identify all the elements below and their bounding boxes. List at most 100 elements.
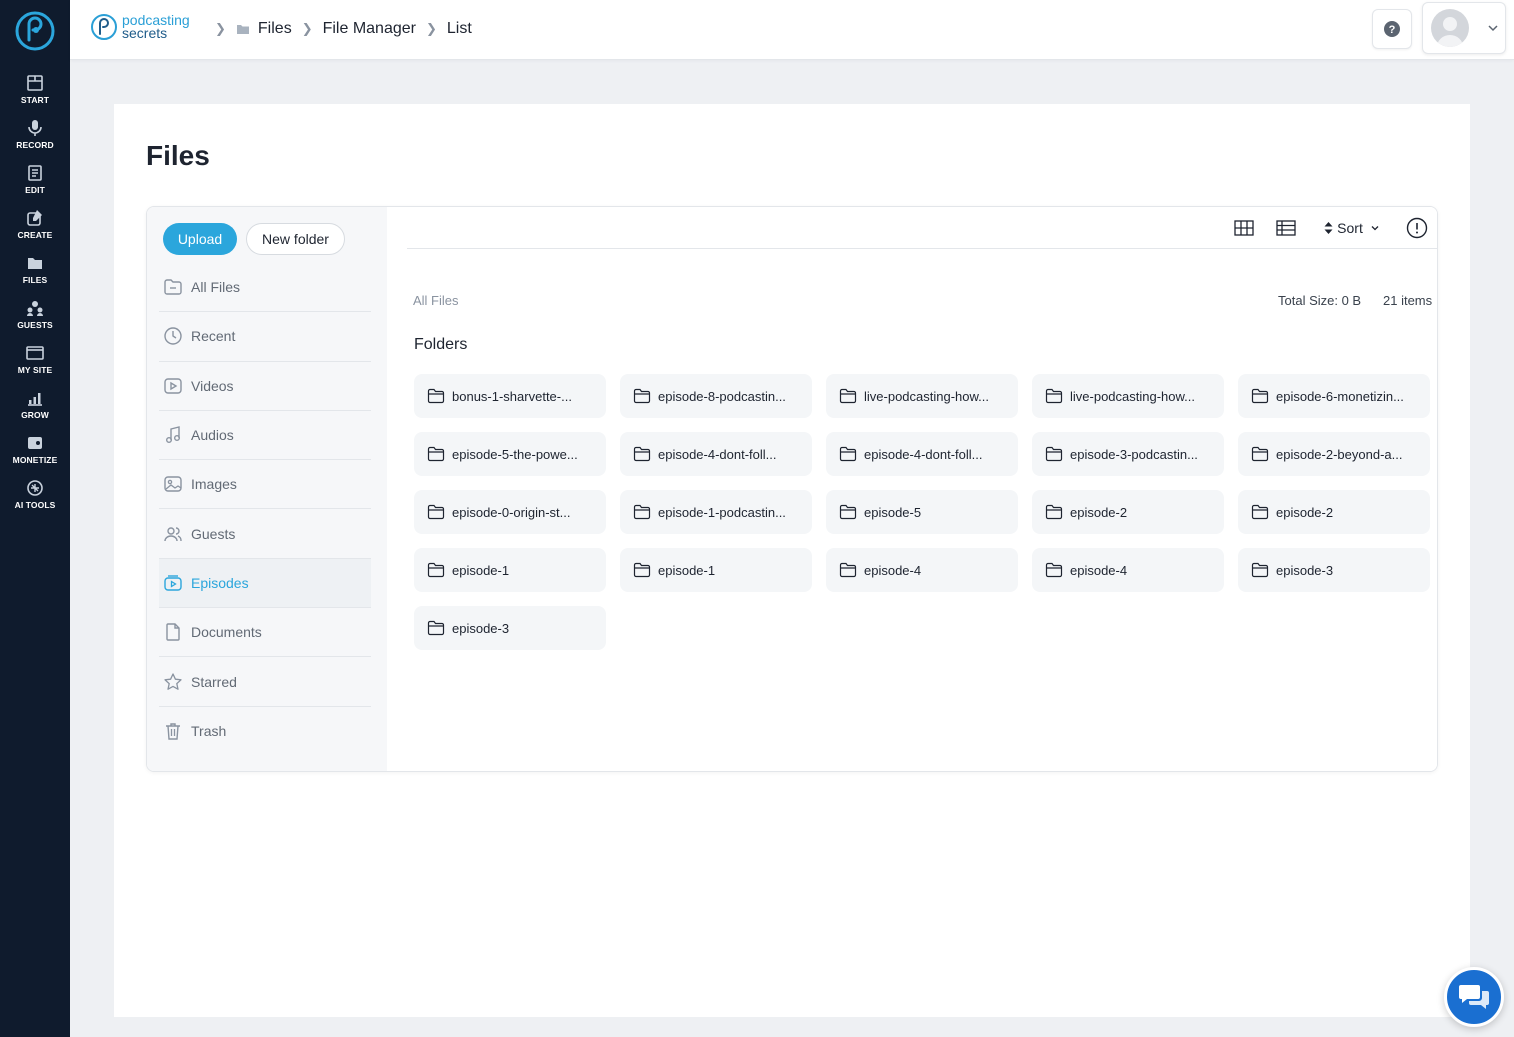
breadcrumb-files[interactable]: Files — [258, 20, 292, 38]
folder-item[interactable]: episode-4-dont-foll... — [826, 432, 1018, 476]
file-manager: Upload New folder All Files Recent Video… — [146, 206, 1438, 772]
new-folder-button[interactable]: New folder — [246, 223, 345, 255]
sidebar-item-guests[interactable]: Guests — [159, 509, 371, 559]
folder-icon — [1045, 504, 1063, 520]
rail-item-record[interactable]: RECORD — [0, 119, 70, 161]
folder-grid: bonus-1-sharvette-... episode-8-podcastin… — [414, 374, 1434, 650]
sidebar-item-label: Images — [191, 476, 237, 493]
grid-view-button[interactable] — [1231, 215, 1257, 241]
user-menu-button[interactable] — [1422, 2, 1506, 54]
users-icon — [164, 526, 182, 541]
folder-item[interactable]: episode-5 — [826, 490, 1018, 534]
rail-item-files[interactable]: FILES — [0, 254, 70, 296]
folder-item[interactable]: episode-0-origin-st... — [414, 490, 606, 534]
sidebar-item-images[interactable]: Images — [159, 460, 371, 510]
folder-name: episode-1 — [452, 562, 510, 578]
app-logo-icon[interactable] — [14, 10, 56, 52]
folder-item[interactable]: episode-2 — [1238, 490, 1430, 534]
folder-name: episode-3 — [452, 620, 510, 636]
help-button[interactable]: ? — [1372, 9, 1412, 49]
folder-item[interactable]: episode-1 — [620, 548, 812, 592]
rail-item-create[interactable]: CREATE — [0, 209, 70, 251]
image-icon — [164, 476, 182, 493]
folder-icon — [427, 446, 445, 462]
upload-button[interactable]: Upload — [163, 223, 237, 255]
rail-label: CREATE — [17, 230, 53, 240]
folder-name: episode-4-dont-foll... — [658, 446, 777, 462]
rail-item-guests[interactable]: GUESTS — [0, 299, 70, 341]
sidebar-item-label: Audios — [191, 427, 234, 444]
sort-button[interactable]: Sort — [1320, 215, 1384, 241]
create-icon — [27, 210, 42, 226]
folder-item[interactable]: episode-3-podcastin... — [1032, 432, 1224, 476]
sidebar-item-starred[interactable]: Starred — [159, 657, 371, 707]
folder-icon — [1045, 446, 1063, 462]
folder-item[interactable]: live-podcasting-how... — [1032, 374, 1224, 418]
all-files-icon — [164, 279, 182, 295]
user-silhouette-icon — [1437, 17, 1463, 47]
sidebar-item-videos[interactable]: Videos — [159, 362, 371, 411]
info-button[interactable] — [1405, 215, 1429, 241]
sidebar-item-audios[interactable]: Audios — [159, 411, 371, 461]
sidebar-item-recent[interactable]: Recent — [159, 312, 371, 362]
breadcrumb-list[interactable]: List — [447, 20, 472, 38]
main-nav-rail: START RECORD EDIT CREATE FILES GUESTS MY… — [0, 0, 70, 1037]
list-view-button[interactable] — [1273, 215, 1299, 241]
folder-icon — [1251, 562, 1269, 578]
top-header: podcasting secrets ❯ Files ❯ File Manage… — [70, 0, 1514, 60]
folder-item[interactable]: live-podcasting-how... — [826, 374, 1018, 418]
sidebar-item-all-files[interactable]: All Files — [159, 263, 371, 313]
rail-item-edit[interactable]: EDIT — [0, 164, 70, 206]
brand-logo[interactable]: podcasting secrets — [90, 12, 190, 42]
folder-icon — [427, 504, 445, 520]
current-path[interactable]: All Files — [413, 293, 459, 308]
list-icon — [1276, 220, 1296, 236]
rail-item-start[interactable]: START — [0, 74, 70, 116]
rail-label: MY SITE — [17, 365, 53, 375]
folder-item[interactable]: episode-3 — [414, 606, 606, 650]
files-icon — [28, 258, 42, 269]
folder-item[interactable]: episode-5-the-powe... — [414, 432, 606, 476]
rail-label: AI TOOLS — [14, 500, 56, 510]
folder-item[interactable]: episode-1 — [414, 548, 606, 592]
folder-item[interactable]: episode-4-dont-foll... — [620, 432, 812, 476]
folder-item[interactable]: bonus-1-sharvette-... — [414, 374, 606, 418]
folder-item[interactable]: episode-2 — [1032, 490, 1224, 534]
sidebar-item-label: Trash — [191, 723, 227, 740]
folder-item[interactable]: episode-4 — [1032, 548, 1224, 592]
sort-label: Sort — [1337, 220, 1363, 236]
folder-icon — [633, 504, 651, 520]
rail-item-monetize[interactable]: MONETIZE — [0, 434, 70, 476]
edit-icon — [28, 165, 42, 181]
folder-icon — [1045, 388, 1063, 404]
folder-item[interactable]: episode-8-podcastin... — [620, 374, 812, 418]
grow-icon — [28, 393, 42, 406]
rail-label: RECORD — [16, 140, 54, 150]
sidebar-item-episodes[interactable]: Episodes — [159, 558, 371, 609]
folder-icon — [1251, 504, 1269, 520]
breadcrumb-file-manager[interactable]: File Manager — [323, 20, 416, 38]
folder-item[interactable]: episode-1-podcastin... — [620, 490, 812, 534]
folder-item[interactable]: episode-2-beyond-a... — [1238, 432, 1430, 476]
brand-mark-icon — [91, 14, 117, 40]
rail-item-grow[interactable]: GROW — [0, 389, 70, 431]
folder-name: episode-2 — [1070, 504, 1128, 520]
folder-icon — [427, 388, 445, 404]
sidebar-item-documents[interactable]: Documents — [159, 608, 371, 658]
rail-label: START — [20, 95, 50, 105]
folder-name: live-podcasting-how... — [1070, 388, 1196, 404]
rail-item-my-site[interactable]: MY SITE — [0, 344, 70, 386]
folder-item[interactable]: episode-6-monetizin... — [1238, 374, 1430, 418]
chat-icon — [1459, 985, 1489, 1009]
chat-widget-button[interactable] — [1444, 967, 1504, 1027]
folder-name: episode-5-the-powe... — [452, 446, 578, 462]
rail-item-ai-tools[interactable]: AI TOOLS — [0, 479, 70, 521]
sidebar-item-trash[interactable]: Trash — [159, 707, 371, 756]
sidebar-item-label: All Files — [191, 279, 241, 296]
folder-item[interactable]: episode-4 — [826, 548, 1018, 592]
chevron-down-icon — [1488, 25, 1498, 32]
rail-label: GUESTS — [17, 320, 53, 330]
folder-name: episode-8-podcastin... — [658, 388, 786, 404]
chevron-right-icon: ❯ — [301, 21, 313, 36]
folder-item[interactable]: episode-3 — [1238, 548, 1430, 592]
